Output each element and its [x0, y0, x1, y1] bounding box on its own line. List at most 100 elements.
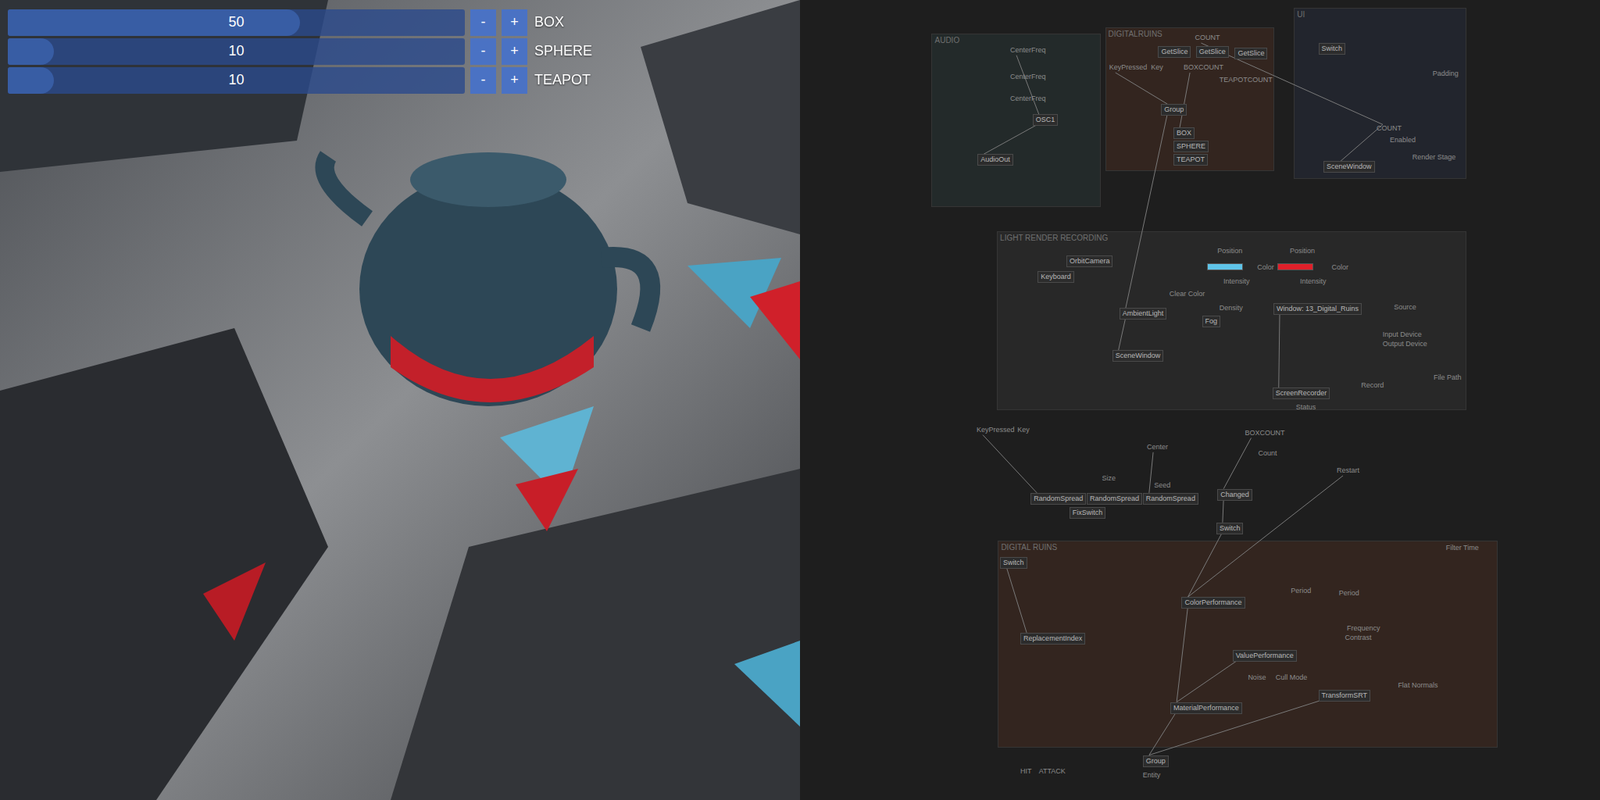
slider-label: TEAPOT	[532, 69, 593, 91]
pin-label: Density	[1219, 303, 1243, 313]
pin-label: Seed	[1153, 481, 1171, 490]
pin-label: Filter Time	[1446, 543, 1479, 553]
pin-label: Cull Mode	[1275, 673, 1308, 683]
slider-fill	[7, 9, 300, 36]
patch-node[interactable]: GetSlice	[1157, 46, 1191, 58]
pin-label: Restart	[1336, 466, 1360, 475]
patch-node[interactable]: AmbientLight	[1119, 307, 1168, 320]
patch-node[interactable]: ValuePerformance	[1232, 650, 1297, 662]
slider-value: 50	[7, 9, 465, 36]
app: 50-+BOX10-+SPHERE10-+TEAPOTAUDIODIGITALR…	[0, 0, 1600, 800]
pin-label: KeyPressed	[976, 425, 1015, 435]
pin-label: Color	[1257, 263, 1275, 272]
patch-node[interactable]: ReplacementIndex	[1020, 632, 1086, 645]
increment-button[interactable]: +	[501, 9, 528, 36]
group-title: LIGHT RENDER RECORDING	[1000, 233, 1108, 243]
patch-node[interactable]: TransformSRT	[1318, 689, 1372, 702]
patch-node[interactable]: GetSlice	[1196, 46, 1229, 58]
pin-label: CenterFreq	[1010, 46, 1047, 55]
patch-node[interactable]: Changed	[1217, 489, 1253, 501]
patch-group[interactable]: UI	[1293, 7, 1467, 179]
patch-node[interactable]: Window: 13_Digital_Ruins	[1273, 303, 1362, 315]
patch-node[interactable]: OSC1	[1032, 114, 1059, 126]
slider-track[interactable]: 50	[7, 9, 465, 36]
slider-row: 10-+SPHERE	[7, 36, 594, 66]
color-swatch[interactable]	[1207, 263, 1243, 271]
patch-node[interactable]: RandomSpread	[1142, 492, 1199, 505]
patch-node[interactable]: Fog	[1202, 315, 1222, 328]
color-swatch[interactable]	[1277, 263, 1314, 271]
patch-node[interactable]: RandomSpread	[1086, 492, 1143, 505]
pin-label: Input Device	[1382, 330, 1422, 340]
pin-label: Render Stage	[1412, 153, 1457, 162]
wire	[1176, 606, 1188, 703]
slider-fill	[7, 38, 54, 65]
patch-node[interactable]: SceneWindow	[1323, 160, 1375, 173]
slider-value: 10	[7, 38, 465, 65]
pin-label: Position	[1289, 246, 1315, 256]
patch-node[interactable]: GetSlice	[1234, 47, 1268, 60]
patch-node[interactable]: SPHERE	[1173, 140, 1209, 153]
increment-button[interactable]: +	[501, 38, 528, 65]
decrement-button[interactable]: -	[470, 9, 497, 36]
wire	[1115, 72, 1168, 104]
patch-node[interactable]: Group	[1160, 103, 1187, 116]
decrement-button[interactable]: -	[470, 67, 497, 94]
patch-node[interactable]: SceneWindow	[1112, 350, 1165, 362]
pin-label: Position	[1217, 246, 1243, 256]
patch-node[interactable]: FixSwitch	[1069, 507, 1107, 519]
patch-editor[interactable]: AUDIODIGITALRUINSUILIGHT RENDER RECORDIN…	[800, 0, 1600, 800]
patch-node[interactable]: MaterialPerformance	[1170, 702, 1243, 715]
patch-node[interactable]: BOX	[1173, 127, 1195, 140]
wire	[1187, 532, 1222, 597]
pin-label: Key	[1150, 63, 1164, 72]
pin-label: Key	[1017, 425, 1030, 435]
patch-node[interactable]: Switch	[1318, 42, 1347, 55]
pin-label: Flat Normals	[1397, 681, 1438, 690]
pin-label: File Path	[1433, 373, 1462, 383]
pin-label: Contrast	[1344, 633, 1372, 643]
pin-label: Source	[1393, 303, 1417, 312]
patch-node[interactable]: AudioOut	[977, 153, 1014, 166]
patch-node[interactable]: Switch	[1000, 557, 1028, 569]
pin-label: Intensity	[1300, 277, 1327, 286]
wire	[1278, 312, 1280, 388]
pin-label: Color	[1331, 263, 1349, 272]
pin-label: Enabled	[1389, 135, 1416, 145]
patch-node[interactable]: Keyboard	[1037, 271, 1075, 283]
slider-overlay: 50-+BOX10-+SPHERE10-+TEAPOT	[7, 7, 594, 95]
pin-label: Status	[1296, 403, 1317, 412]
wire	[1149, 452, 1154, 493]
pin-label: Intensity	[1223, 277, 1250, 286]
pin-label: COUNT	[1376, 124, 1402, 133]
patch-group[interactable]: DIGITAL RUINS	[997, 540, 1498, 748]
pin-label: Size	[1102, 474, 1117, 483]
wire	[1187, 475, 1343, 597]
patch-node[interactable]: OrbitCamera	[1066, 255, 1114, 268]
patch-node[interactable]: ScreenRecorder	[1272, 387, 1331, 400]
wire	[983, 123, 1040, 154]
patch-node[interactable]: ColorPerformance	[1181, 596, 1245, 609]
pin-label: Clear Color	[1169, 289, 1206, 299]
patch-node[interactable]: Switch	[1216, 522, 1244, 535]
pin-label: Center	[1146, 442, 1168, 452]
pin-label: Noise	[1247, 673, 1266, 683]
increment-button[interactable]: +	[501, 67, 528, 94]
patch-node[interactable]: RandomSpread	[1030, 492, 1086, 505]
patch-node[interactable]: Group	[1142, 755, 1169, 768]
patch-node[interactable]: TEAPOT	[1173, 153, 1208, 166]
patch-group[interactable]: AUDIO	[931, 33, 1101, 208]
pin-label: Period	[1339, 589, 1360, 598]
pin-label: COUNT	[1194, 33, 1220, 43]
render-panel: 50-+BOX10-+SPHERE10-+TEAPOT	[0, 0, 800, 800]
slider-row: 10-+TEAPOT	[7, 65, 594, 95]
pin-label: Entity	[1142, 771, 1161, 780]
slider-label: SPHERE	[532, 40, 594, 62]
pin-label: CenterFreq	[1010, 94, 1047, 104]
slider-track[interactable]: 10	[7, 38, 465, 65]
slider-value: 10	[7, 67, 465, 94]
decrement-button[interactable]: -	[470, 38, 497, 65]
slider-track[interactable]: 10	[7, 67, 465, 94]
wire	[982, 435, 1037, 493]
group-title: UI	[1296, 10, 1305, 20]
